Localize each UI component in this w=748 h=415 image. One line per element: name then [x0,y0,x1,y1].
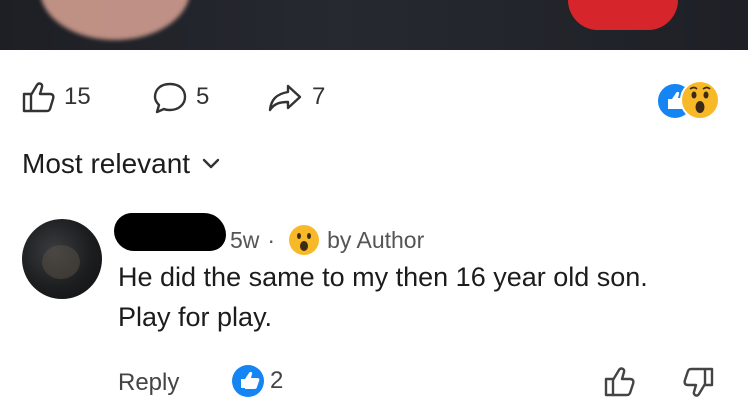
comments-sort-dropdown[interactable]: Most relevant [22,148,220,180]
comment-time: 5w [230,226,260,253]
share-button[interactable]: 7 [266,80,325,114]
post-actions-bar: 15 5 7 [0,72,748,120]
meta-separator: · [267,226,276,253]
comment-upvote-icon[interactable] [602,365,638,399]
speech-bubble-icon [153,82,187,114]
comment-button[interactable]: 5 [150,80,209,114]
comment-downvote-icon[interactable] [680,365,716,399]
wow-reaction-icon [680,80,720,120]
comment-text: He did the same to my then 16 year old s… [118,257,738,337]
comment-text-line: Play for play. [118,302,273,332]
comment-like-count: 2 [270,367,284,394]
author-reaction-label: by Author [327,226,425,253]
like-button[interactable]: 15 [18,80,91,114]
comment-item: 5w · by Author He did the same to my the… [0,205,748,415]
redacted-commenter-name[interactable] [114,213,226,251]
post-photo[interactable] [0,0,748,50]
sort-label: Most relevant [22,148,191,179]
comment-actions: Reply 2 [0,365,748,405]
like-reaction-icon [232,365,264,397]
comment-text-line: He did the same to my then 16 year old s… [118,262,648,292]
share-arrow-icon [268,84,302,112]
comment-reaction-count[interactable]: 2 [232,365,283,397]
photo-hand [40,0,190,40]
chevron-down-icon [202,158,220,169]
reaction-summary[interactable] [656,78,726,120]
comment-count: 5 [196,83,210,110]
like-count: 15 [64,83,91,110]
share-count: 7 [312,83,326,110]
commenter-avatar[interactable] [22,219,102,299]
comment-meta: 5w · by Author [230,225,424,255]
author-wow-reaction-icon [289,225,320,255]
thumbs-up-icon [22,82,55,113]
reply-button[interactable]: Reply [118,369,179,397]
photo-red-object [568,0,678,30]
